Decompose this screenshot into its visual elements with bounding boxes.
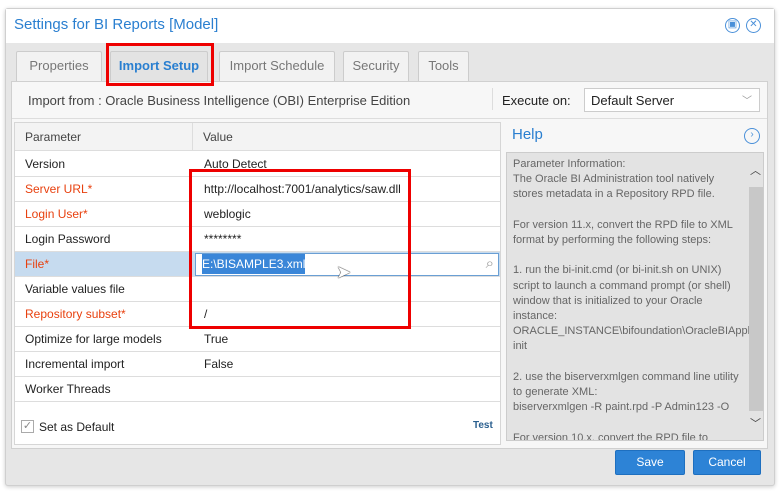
save-button[interactable]: Save [615, 450, 685, 475]
minimize-icon[interactable]: ▣ [725, 18, 740, 33]
parameter-grid: Parameter Value Version Auto Detect Server… [14, 122, 501, 445]
table-row[interactable]: Version Auto Detect [15, 152, 500, 177]
tab-import-schedule[interactable]: Import Schedule [219, 51, 335, 81]
table-row[interactable]: File* E:\BISAMPLE3.xml ⌕ [15, 252, 500, 277]
help-text: Parameter Information: The Oracle BI Adm… [506, 152, 764, 441]
title-bar: Settings for BI Reports [Model] ▣ ✕ [6, 9, 774, 43]
settings-dialog: Settings for BI Reports [Model] ▣ ✕ Prop… [5, 8, 775, 486]
table-row[interactable]: Login Password ******** [15, 227, 500, 252]
scroll-up-icon[interactable]: ︿ [750, 162, 761, 178]
parameter-name: Worker Threads [25, 382, 111, 396]
table-row[interactable]: Worker Threads [15, 377, 500, 402]
help-panel: Help › Parameter Information: The Oracle… [504, 122, 766, 445]
parameter-name: Variable values file [25, 282, 125, 296]
column-header-parameter: Parameter [15, 123, 193, 151]
dialog-title: Settings for BI Reports [Model] [14, 16, 219, 33]
table-row[interactable]: Incremental import False [15, 352, 500, 377]
table-row[interactable]: Variable values file [15, 277, 500, 302]
set-default-label: Set as Default [39, 420, 115, 434]
mouse-cursor-icon: ➤ [336, 262, 352, 282]
search-icon[interactable]: ⌕ [486, 252, 494, 276]
parameter-value: True [204, 332, 229, 346]
help-title: Help [512, 126, 543, 143]
table-row[interactable]: Server URL* http://localhost:7001/analyti… [15, 177, 500, 202]
parameter-value: / [204, 307, 208, 321]
parameter-name: Optimize for large models [25, 332, 162, 346]
import-source-row: Import from : Oracle Business Intelligen… [12, 82, 767, 119]
tab-properties[interactable]: Properties [16, 51, 102, 81]
set-default-checkbox[interactable]: ✓ [21, 420, 34, 433]
scrollbar-thumb[interactable] [749, 187, 763, 411]
parameter-value: http://localhost:7001/analytics/saw.dll [204, 182, 401, 196]
parameter-name: Incremental import [25, 357, 125, 371]
parameter-name: Server URL* [25, 182, 93, 196]
cancel-button[interactable]: Cancel [693, 450, 761, 475]
parameter-name: Version [25, 157, 66, 171]
parameter-value: weblogic [204, 207, 251, 221]
import-setup-panel: Import from : Oracle Business Intelligen… [11, 81, 768, 449]
column-header-value: Value [193, 123, 500, 151]
parameter-name: File* [25, 257, 50, 271]
close-icon[interactable]: ✕ [746, 18, 761, 33]
import-from-label: Import from : Oracle Business Intelligen… [28, 93, 411, 108]
table-row[interactable]: Login User* weblogic [15, 202, 500, 227]
tab-tools[interactable]: Tools [418, 51, 469, 81]
parameter-name: Login User* [25, 207, 88, 221]
file-input-value: E:\BISAMPLE3.xml [202, 254, 306, 274]
tab-security[interactable]: Security [343, 51, 409, 81]
execute-on-select[interactable]: Default Server ﹀ [584, 88, 760, 112]
chevron-down-icon: ﹀ [742, 96, 752, 107]
table-row[interactable]: Optimize for large models True [15, 327, 500, 352]
parameter-value: Auto Detect [204, 157, 267, 171]
execute-on-label: Execute on: [502, 93, 571, 108]
parameter-name: Login Password [25, 232, 111, 246]
parameter-value: ******** [204, 232, 242, 246]
parameter-name: Repository subset* [25, 307, 126, 321]
collapse-help-icon[interactable]: › [744, 128, 760, 144]
test-link[interactable]: Test [473, 420, 493, 431]
execute-on-value: Default Server [591, 93, 675, 108]
scroll-down-icon[interactable]: ﹀ [750, 415, 761, 431]
parameter-value: False [204, 357, 234, 371]
tab-import-setup[interactable]: Import Setup [110, 51, 208, 81]
divider [492, 88, 493, 110]
table-row[interactable]: Repository subset* / [15, 302, 500, 327]
